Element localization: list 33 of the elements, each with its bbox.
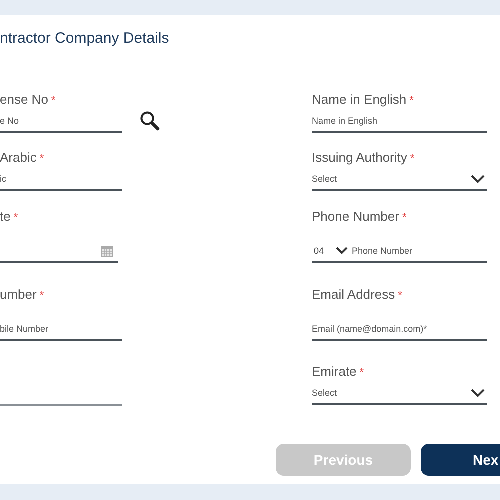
- input-field[interactable]: e No: [0, 111, 122, 133]
- select-field[interactable]: Select: [312, 169, 487, 191]
- chevron-down-icon: [471, 388, 485, 398]
- chevron-down-icon: [471, 174, 485, 184]
- required-asterisk: *: [410, 153, 415, 165]
- field-label: Phone Number *: [312, 209, 408, 225]
- field-label: Emirate *: [312, 364, 366, 380]
- required-asterisk: *: [360, 367, 364, 379]
- select-field[interactable]: Select: [312, 383, 487, 405]
- input-field[interactable]: ic: [0, 169, 122, 191]
- field-label: ense No *: [0, 92, 57, 108]
- field-label: te *: [0, 209, 20, 225]
- next-button[interactable]: Nex: [421, 444, 500, 476]
- search-icon[interactable]: [140, 111, 160, 131]
- field-label: Name in English *: [312, 92, 415, 108]
- field-label: Issuing Authority *: [312, 150, 416, 166]
- required-asterisk: *: [410, 95, 414, 107]
- chevron-down-icon[interactable]: [336, 247, 348, 255]
- field-label: Arabic *: [0, 150, 46, 166]
- required-asterisk: *: [40, 290, 44, 302]
- field-label: Email Address *: [312, 287, 404, 303]
- required-asterisk: *: [51, 95, 56, 107]
- input-field[interactable]: Name in English: [312, 111, 487, 133]
- field-label: umber *: [0, 287, 46, 303]
- input-field[interactable]: Email (name@domain.com)*: [312, 319, 487, 341]
- phone-input[interactable]: Phone Number: [352, 244, 487, 258]
- required-asterisk: *: [40, 153, 44, 165]
- required-asterisk: *: [14, 212, 18, 224]
- page-title: ntractor Company Details: [0, 30, 170, 48]
- country-code[interactable]: 04: [314, 246, 336, 256]
- required-asterisk: *: [402, 212, 407, 224]
- input-field[interactable]: bile Number: [0, 319, 122, 341]
- required-asterisk: *: [398, 290, 402, 302]
